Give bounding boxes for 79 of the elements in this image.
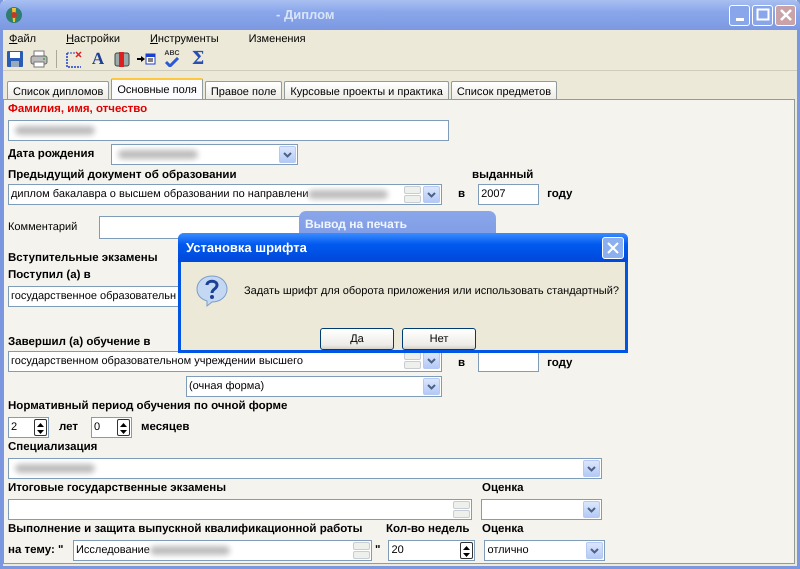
minimize-icon [736,18,744,20]
year-field[interactable] [478,351,540,372]
spin-field[interactable]: 20 [388,540,476,561]
field-label: в [458,186,466,202]
field-label: Фамилия, имя, отчество [8,102,148,118]
dropdown-button[interactable] [583,501,600,518]
window-title: - Диплом [276,6,335,24]
field-label: Кол-во недель [386,522,470,537]
spin-field[interactable]: 2 [8,417,49,438]
combo-box[interactable]: отлично [484,540,606,561]
menu-item[interactable]: Инструменты [144,31,225,48]
app-icon [4,5,24,25]
field-label: Выполнение и защита выпускной квалификационной работы [8,522,364,537]
field-label: месяцев [141,420,190,435]
field-label: Вступительные экзамены [8,250,158,266]
field-label: Оценка [482,522,524,537]
field-label: Специализация [8,440,98,455]
save-icon[interactable] [6,50,24,68]
field-label: Комментарий [8,220,78,236]
spin-field[interactable]: 0 [91,417,132,438]
spin-buttons[interactable] [34,419,47,436]
field-label: лет [59,420,78,435]
dropdown-button[interactable] [583,460,600,477]
dropdown-button[interactable] [279,146,296,163]
dropdown-button[interactable] [586,542,604,559]
menu-item[interactable]: Файл [3,31,42,48]
topic-field[interactable]: Исследование [73,540,372,561]
close-button[interactable] [602,236,624,258]
combo-box[interactable]: государственное образовательн [8,286,179,307]
combo-box[interactable] [111,144,298,165]
spin-buttons[interactable] [117,419,130,436]
menu-item[interactable]: Настройки [60,31,126,48]
dropdown-button[interactable] [423,352,440,369]
year-field[interactable]: 2007 [478,184,540,205]
field-label: Завершил (а) обучение в [8,334,150,350]
sum-button[interactable]: Σ [188,48,208,68]
arrows-icon [118,420,130,436]
frame-delete-icon[interactable] [65,50,83,68]
menu-item[interactable]: Изменения [242,31,312,48]
combo-box[interactable] [8,458,602,479]
book-icon[interactable] [113,50,131,68]
combo-box[interactable]: диплом бакалавра о высшем образовании по направлени [8,184,442,205]
field-label: Предыдущий документ об образовании [8,168,238,183]
dropdown-button[interactable] [423,378,440,395]
font-button[interactable]: A [88,48,108,68]
dialog-button[interactable]: Нет [402,328,476,350]
close-icon [605,240,621,256]
tab[interactable]: Список предметов [450,81,558,99]
field-label: году [547,186,572,202]
field-label: Итоговые государственные экзамены [8,480,228,496]
printer-icon[interactable] [30,50,48,68]
window-title: Вывод на печать [305,217,408,231]
field-label: " [375,542,380,558]
field-label: Нормативный период обучения по очной форме [8,398,288,414]
field-label: Дата рождения [8,146,93,162]
tab[interactable]: Список дипломов [7,81,110,99]
combo-box[interactable]: государственном образовательном учреждении высшего [8,351,442,372]
spin-buttons[interactable] [460,542,474,559]
arrows-icon [461,544,472,559]
dropdown-button[interactable] [423,186,440,203]
dialog-message: Задать шрифт для оборота приложения или использовать стандартный? [244,284,619,299]
field-label: Оценка [482,480,524,496]
combo-box[interactable]: (очная форма) [186,376,442,397]
field-label: Поступил (а) в [8,268,91,283]
arrows-icon [35,420,46,436]
combo-box[interactable] [481,499,602,520]
field-label: году [547,356,572,371]
question-icon [195,274,229,308]
tab[interactable]: Курсовые проекты и практика [284,81,449,99]
dialog-button[interactable]: Да [320,328,394,350]
field-label: в [458,356,466,371]
text-area[interactable] [8,499,472,520]
field-label: на тему: " [8,542,64,558]
tab[interactable]: Правое поле [204,81,282,99]
field-label: выданный [472,168,534,183]
tab[interactable]: Основные поля [111,78,203,99]
text-field[interactable] [8,120,449,140]
check-icon [164,57,180,67]
dialog-title: Установка шрифта [186,238,307,257]
